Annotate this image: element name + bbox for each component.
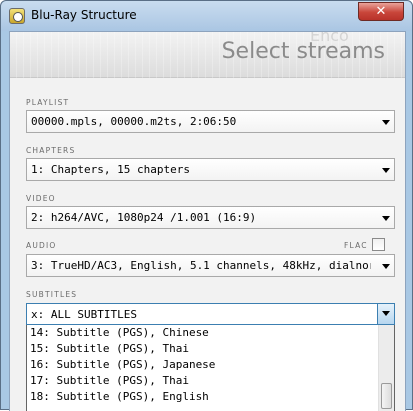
subtitles-select[interactable]: x: ALL SUBTITLES	[26, 303, 395, 325]
page-title: Select streams	[221, 39, 385, 64]
chevron-down-icon[interactable]	[382, 216, 390, 221]
list-item[interactable]: 16: Subtitle (PGS), Japanese	[30, 358, 215, 374]
header-band: Enco Select streams	[10, 32, 405, 78]
flac-checkbox[interactable]	[372, 238, 385, 251]
close-button[interactable]: ✕	[358, 2, 404, 21]
window-title: Blu-Ray Structure	[31, 8, 137, 22]
chapters-select[interactable]: 1: Chapters, 15 chapters	[26, 158, 395, 181]
playlist-label: PLAYLIST	[26, 98, 70, 107]
playlist-value: 00000.mpls, 00000.m2ts, 2:06:50	[31, 115, 237, 128]
title-bar[interactable]: Blu-Ray Structure ✕	[1, 1, 412, 31]
subtitles-label: SUBTITLES	[26, 290, 78, 299]
video-value: 2: h264/AVC, 1080p24 /1.001 (16:9)	[31, 211, 257, 224]
chevron-down-icon[interactable]	[382, 168, 390, 173]
chapters-value: 1: Chapters, 15 chapters	[31, 163, 190, 176]
playlist-select[interactable]: 00000.mpls, 00000.m2ts, 2:06:50	[26, 110, 395, 133]
chevron-down-icon[interactable]	[382, 120, 390, 125]
chevron-down-icon[interactable]	[382, 264, 390, 269]
video-label: VIDEO	[26, 194, 56, 203]
audio-label: AUDIO	[26, 241, 57, 250]
dialog-body: Enco Select streams PLAYLIST 00000.mpls,…	[9, 31, 406, 411]
bluray-app-icon	[9, 8, 25, 24]
subtitles-value: x: ALL SUBTITLES	[31, 308, 137, 321]
audio-select[interactable]: 3: TrueHD/AC3, English, 5.1 channels, 48…	[26, 254, 395, 277]
list-item[interactable]: 17: Subtitle (PGS), Thai	[30, 374, 189, 390]
video-select[interactable]: 2: h264/AVC, 1080p24 /1.001 (16:9)	[26, 206, 395, 229]
dropdown-toggle-button[interactable]	[377, 304, 394, 324]
list-item[interactable]: 15: Subtitle (PGS), Thai	[30, 342, 189, 358]
scrollbar-thumb[interactable]	[381, 383, 392, 409]
list-item[interactable]: 14: Subtitle (PGS), Chinese	[30, 326, 209, 342]
list-item[interactable]: 18: Subtitle (PGS), English	[30, 390, 209, 406]
flac-label: FLAC	[344, 241, 368, 250]
audio-value: 3: TrueHD/AC3, English, 5.1 channels, 48…	[31, 259, 371, 272]
dropdown-scrollbar[interactable]	[378, 325, 394, 411]
chapters-label: CHAPTERS	[26, 146, 76, 155]
subtitles-dropdown-list: 14: Subtitle (PGS), Chinese 15: Subtitle…	[26, 325, 395, 411]
app-window: Blu-Ray Structure ✕ Enco Select streams …	[0, 0, 413, 411]
close-icon: ✕	[375, 4, 387, 19]
